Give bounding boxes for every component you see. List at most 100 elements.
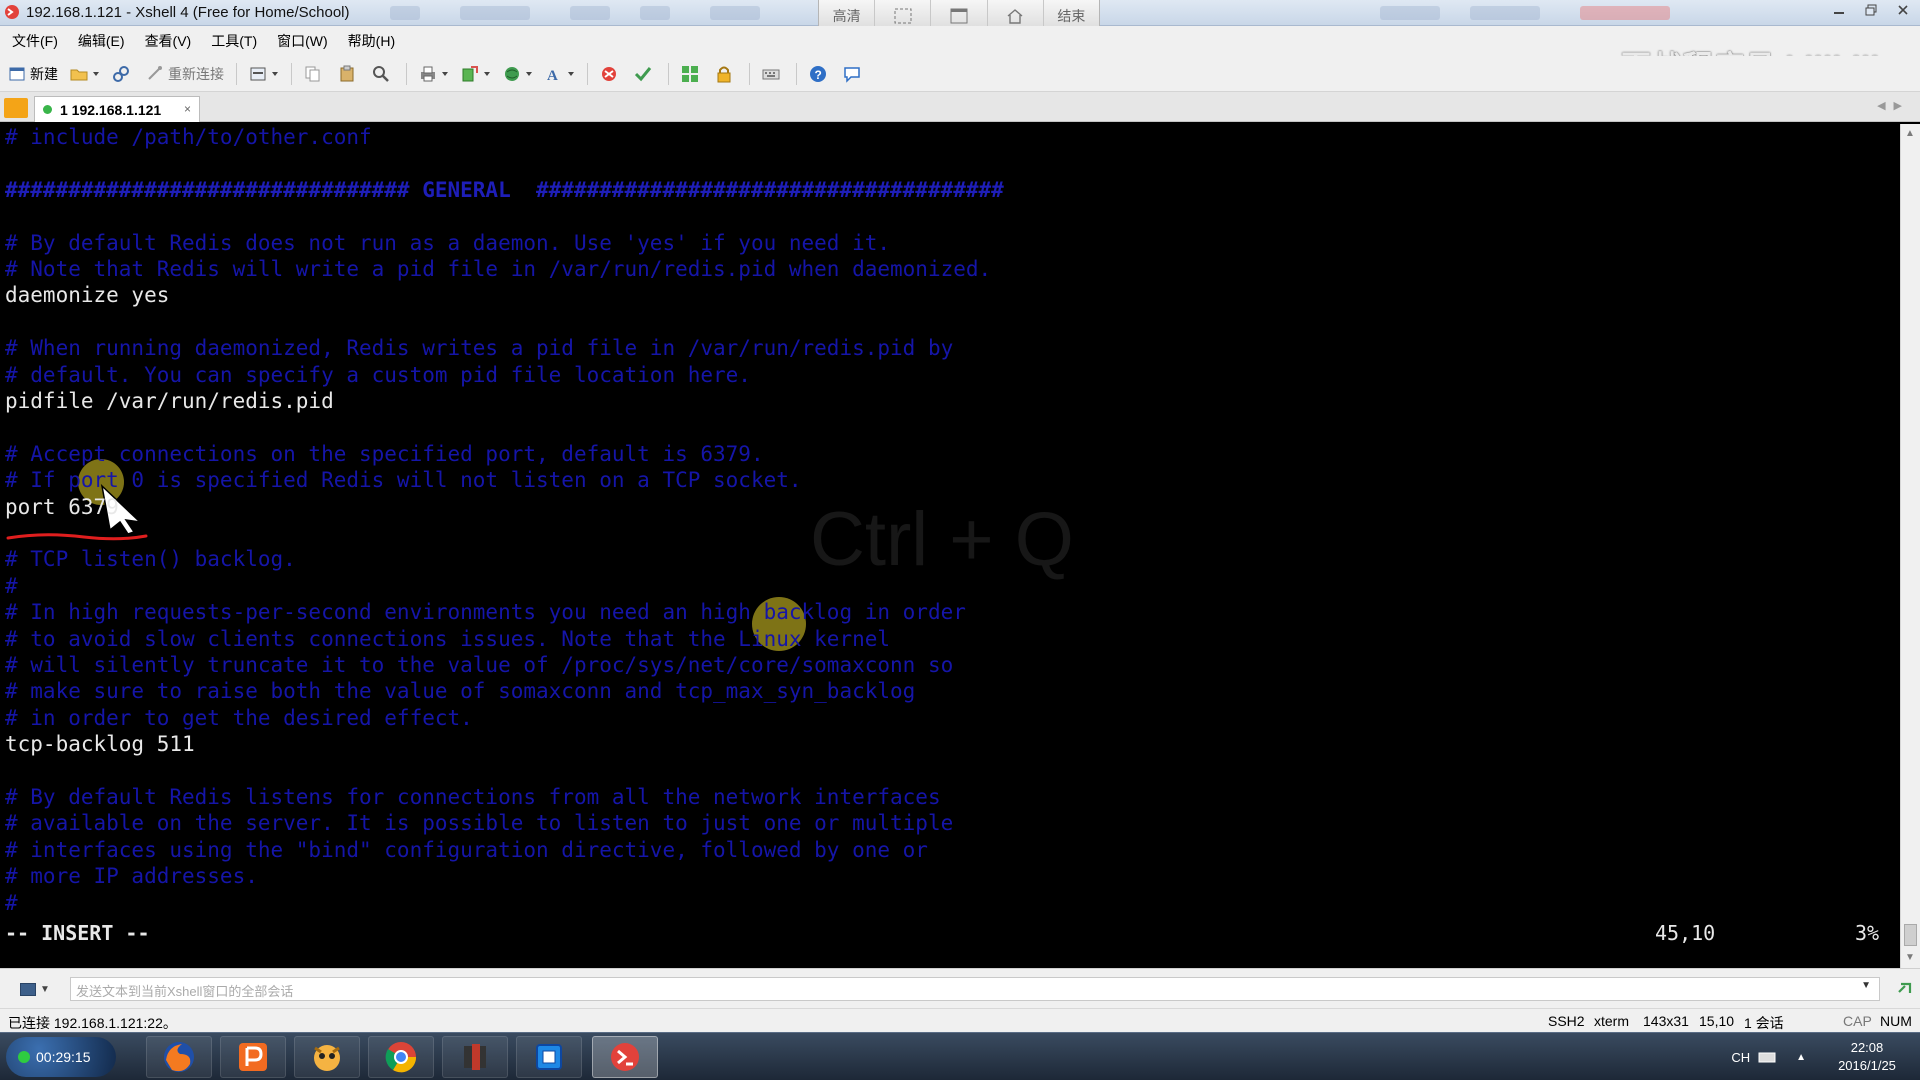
font-button[interactable]: A [545, 65, 575, 83]
terminal-size: 143x31 [1643, 1013, 1689, 1029]
terminal-type: xterm [1594, 1013, 1629, 1029]
media-player-icon [464, 1044, 486, 1070]
blurred-title-area [640, 6, 670, 20]
session-tab-bar: 1 192.168.1.121 × ◀▶ [0, 92, 1920, 122]
chevron-down-icon [272, 71, 278, 76]
config-comment-line: # interfaces using the "bind" configurat… [5, 837, 928, 862]
minimize-icon[interactable] [1826, 0, 1852, 20]
session-props-button[interactable] [249, 65, 279, 83]
connect-button[interactable] [112, 65, 134, 83]
config-comment-line: # In high requests-per-second environmen… [5, 600, 966, 625]
reconnect-icon [148, 65, 162, 80]
send-icon[interactable] [1896, 980, 1914, 998]
tab-label: 1 192.168.1.121 [60, 101, 162, 118]
print-button[interactable] [419, 65, 449, 83]
taskbar-app-fox[interactable] [294, 1036, 360, 1078]
chevron-down-icon[interactable]: ▼ [1861, 980, 1871, 991]
chevron-down-icon [526, 71, 532, 76]
keystroke-overlay: Ctrl + Q [810, 497, 1074, 582]
session-manager-icon[interactable] [4, 98, 28, 118]
taskbar-virtualbox[interactable] [516, 1036, 582, 1078]
recording-timer-button[interactable]: 00:29:15 [6, 1037, 116, 1077]
menu-help[interactable]: 帮助(H) [348, 31, 395, 51]
blurred-title-area [460, 6, 530, 20]
vim-scroll-percent: 3% [1855, 921, 1880, 945]
compose-input[interactable]: 发送文本到当前Xshell窗口的全部会话 ▼ [70, 977, 1880, 1001]
config-comment-line: # By default Redis listens for connectio… [5, 785, 941, 809]
region-select-icon [894, 8, 912, 23]
transfer-button[interactable] [461, 65, 491, 83]
compose-mode-button[interactable]: ▼ [20, 979, 58, 999]
tray-expand-icon[interactable]: ▲ [1796, 1052, 1806, 1063]
tab-session-192-168-1-121[interactable]: 1 192.168.1.121 × [34, 96, 200, 122]
help-icon: ? [810, 65, 826, 82]
taskbar-media-app[interactable] [442, 1036, 508, 1078]
copy-button[interactable] [304, 65, 326, 83]
font-icon: A [547, 68, 558, 83]
help-button[interactable]: ? [809, 65, 831, 83]
window-icon [950, 8, 968, 23]
xftp-button[interactable] [600, 65, 622, 83]
chevron-down-icon [93, 71, 99, 76]
tab-close-icon[interactable]: × [184, 102, 191, 116]
search-icon [373, 65, 389, 82]
config-comment-line: # default. You can specify a custom pid … [5, 362, 751, 387]
config-comment-line: # available on the server. It is possibl… [5, 811, 954, 836]
scroll-up-icon[interactable]: ▲ [1905, 128, 1915, 139]
ime-indicator[interactable]: CH [1731, 1050, 1750, 1065]
config-comment-line: # If port 0 is specified Redis will not … [5, 468, 802, 493]
open-button[interactable] [70, 65, 100, 83]
menu-view[interactable]: 查看(V) [145, 31, 192, 51]
restore-icon[interactable] [1858, 0, 1884, 20]
menu-tools[interactable]: 工具(T) [211, 31, 257, 51]
toolbar: 新建 重新连接 A ? [0, 56, 1920, 92]
toolbar-separator [749, 62, 750, 85]
taskbar-chrome[interactable] [368, 1036, 434, 1078]
layout-button[interactable] [681, 65, 703, 83]
find-button[interactable] [372, 65, 394, 83]
windows-taskbar: 00:29:15 CH ▲ 22:08 2016/1/25 [0, 1032, 1920, 1080]
terminal-screen[interactable]: Ctrl + Q -- INSERT -- 45,10 3% # include… [0, 124, 1900, 968]
copy-icon [305, 66, 320, 81]
scroll-down-icon[interactable]: ▼ [1905, 952, 1915, 963]
blurred-title-area [390, 6, 420, 20]
paste-icon [340, 65, 354, 81]
reconnect-button[interactable]: 重新连接 [146, 64, 224, 84]
taskbar-xshell[interactable] [592, 1036, 658, 1078]
protocol-indicator: SSH2 [1548, 1013, 1585, 1029]
close-icon[interactable] [1890, 0, 1916, 20]
taskbar-firefox[interactable] [146, 1036, 212, 1078]
home-icon [1007, 8, 1023, 24]
fox-mascot-icon [314, 1045, 340, 1071]
lock-icon [717, 66, 731, 82]
keyboard-button[interactable] [762, 65, 784, 83]
paste-button[interactable] [338, 65, 360, 83]
globe-icon [505, 66, 519, 81]
toolbar-separator [668, 62, 669, 85]
compose-bar: ▼ 发送文本到当前Xshell窗口的全部会话 ▼ [0, 968, 1920, 1008]
xshell-icon [611, 1043, 639, 1071]
window-settings-icon [250, 67, 266, 80]
toolbar-separator [236, 62, 237, 85]
tab-scroll-arrows-icon[interactable]: ◀▶ [1877, 99, 1910, 112]
menu-window[interactable]: 窗口(W) [277, 31, 328, 51]
blurred-title-area [1470, 6, 1540, 20]
lock-button[interactable] [715, 65, 737, 83]
globe-button[interactable] [503, 65, 533, 83]
firefox-icon [164, 1042, 194, 1072]
feedback-button[interactable] [843, 65, 865, 83]
caps-lock-indicator: CAP [1843, 1013, 1872, 1029]
toolbar-separator [291, 62, 292, 85]
taskbar-powerpoint[interactable] [220, 1036, 286, 1078]
scrollbar-thumb[interactable] [1904, 924, 1917, 946]
script-button[interactable] [634, 65, 656, 83]
terminal-scrollbar[interactable]: ▲ ▼ [1900, 124, 1920, 968]
new-session-button[interactable]: 新建 [8, 64, 58, 84]
config-comment-line: # [5, 890, 18, 915]
clock[interactable]: 22:08 2016/1/25 [1822, 1039, 1912, 1075]
menu-edit[interactable]: 编辑(E) [78, 31, 125, 51]
svg-text:?: ? [815, 68, 822, 82]
keyboard-icon [762, 69, 780, 79]
menu-file[interactable]: 文件(F) [12, 31, 58, 51]
connection-status: 已连接 192.168.1.121:22。 [8, 1015, 177, 1031]
